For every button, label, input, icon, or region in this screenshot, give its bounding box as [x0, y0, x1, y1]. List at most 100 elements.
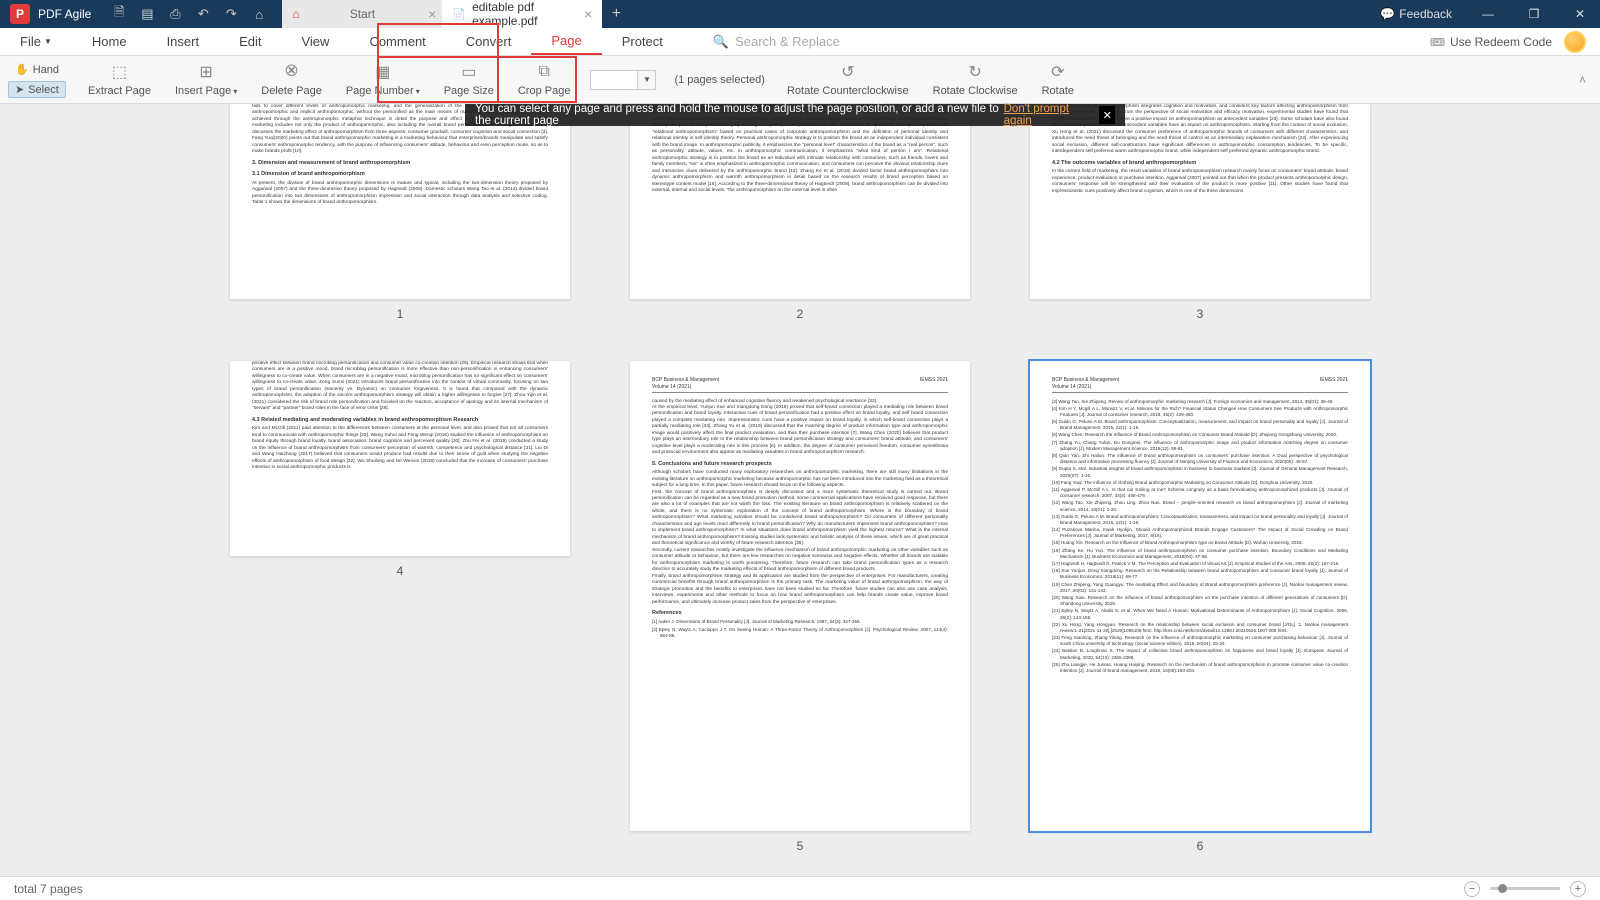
hint-toast: You can select any page and press and ho… [465, 104, 1125, 126]
menu-convert[interactable]: Convert [446, 28, 532, 55]
menu-edit[interactable]: Edit [219, 28, 281, 55]
home-icon[interactable]: ⌂ [251, 6, 267, 22]
menu-file[interactable]: File ▼ [0, 28, 72, 55]
ticket-icon: 🎟 [1430, 35, 1445, 49]
menu-insert[interactable]: Insert [147, 28, 220, 55]
crop-page-icon: ⧉ [532, 62, 556, 82]
page-size-icon: ▭ [457, 62, 481, 82]
rotate-ccw-button[interactable]: ↺ Rotate Counterclockwise [787, 62, 909, 97]
page-size-label: Page Size [444, 85, 494, 97]
extract-page-button[interactable]: ⬚ Extract Page [88, 62, 151, 97]
zoom-slider-handle[interactable] [1498, 884, 1507, 893]
pdf-file-icon: 📄 [452, 8, 466, 21]
document-tabs: ⌂ Start × 📄 editable pdf example.pdf × + [282, 0, 630, 28]
page-thumbnail-6[interactable]: BCP Business & ManagementVolume 14 (2021… [1030, 361, 1370, 831]
zoom-slider[interactable] [1490, 887, 1560, 890]
crop-page-button[interactable]: ⧉ Crop Page [518, 62, 571, 97]
tab-start-close-icon[interactable]: × [428, 6, 436, 22]
insert-page-button[interactable]: ⊞ Insert Page [175, 62, 237, 97]
chevron-down-icon: ▼ [44, 37, 52, 46]
page-number-icon: ▦ [371, 62, 395, 82]
rotate-label: Rotate [1042, 85, 1074, 97]
rotate-ccw-label: Rotate Counterclockwise [787, 85, 909, 97]
insert-page-icon: ⊞ [194, 62, 218, 82]
page-thumbnail-1[interactable]: fails to cover different levels of anthr… [230, 104, 570, 299]
page-thumbnail-5[interactable]: BCP Business & ManagementVolume 14 (2021… [630, 361, 970, 831]
page-thumbnail-wrap: fails to cover different levels of anthr… [230, 104, 570, 321]
page-thumbnail-workspace[interactable]: fails to cover different levels of anthr… [0, 104, 1600, 876]
redeem-label: Use Redeem Code [1450, 35, 1552, 49]
page-grid: fails to cover different levels of anthr… [50, 104, 1550, 876]
select-label: Select [28, 84, 59, 96]
toast-close-button[interactable]: ✕ [1099, 106, 1115, 124]
page-number-label: Page Number [346, 85, 420, 97]
app-name: PDF Agile [38, 7, 91, 21]
total-pages-label: total 7 pages [14, 882, 83, 896]
rotate-cw-label: Rotate Clockwise [933, 85, 1018, 97]
page-thumbnail-4[interactable]: positive effect between brand microblog … [230, 361, 570, 556]
page-size-combo[interactable]: ▼ [590, 70, 656, 90]
page-size-input[interactable] [590, 70, 638, 90]
window-maximize-button[interactable]: ❐ [1514, 0, 1554, 28]
redeem-button[interactable]: 🎟 Use Redeem Code [1430, 35, 1552, 49]
page-thumbnail-wrap: three-factor model of anthropomorphism i… [1030, 104, 1370, 321]
menu-view[interactable]: View [281, 28, 349, 55]
ribbon: ✋ Hand ➤ Select ⬚ Extract Page ⊞ Insert … [0, 56, 1600, 104]
page-thumbnail-3[interactable]: three-factor model of anthropomorphism i… [1030, 104, 1370, 299]
zoom-out-button[interactable]: − [1464, 881, 1480, 897]
selection-count: (1 pages selected) [674, 74, 765, 86]
rotate-ccw-icon: ↺ [836, 62, 860, 82]
tab-file-close-icon[interactable]: × [584, 6, 592, 22]
delete-page-icon: ⮿ [280, 62, 304, 82]
page-size-button[interactable]: ▭ Page Size [444, 62, 494, 97]
cursor-icon: ➤ [15, 83, 24, 96]
page-thumbnail-2[interactable]: anthropomorphism [15]. Puzakova et al. (… [630, 104, 970, 299]
select-tool[interactable]: ➤ Select [8, 81, 66, 98]
crop-page-label: Crop Page [518, 85, 571, 97]
feedback-label: Feedback [1399, 7, 1452, 21]
tab-start-label: Start [350, 7, 375, 21]
menu-page[interactable]: Page [531, 28, 601, 55]
zoom-in-button[interactable]: + [1570, 881, 1586, 897]
search-icon: 🔍 [713, 34, 729, 50]
page-thumbnail-wrap: BCP Business & ManagementVolume 14 (2021… [1030, 361, 1370, 853]
tab-start[interactable]: ⌂ Start × [282, 0, 442, 28]
window-minimize-button[interactable]: — [1468, 0, 1508, 28]
page-number-label: 1 [397, 307, 404, 321]
tab-start-home-icon: ⌂ [292, 7, 299, 21]
redo-icon[interactable]: ↷ [223, 6, 239, 22]
insert-page-label: Insert Page [175, 85, 237, 97]
rotate-cw-icon: ↻ [963, 62, 987, 82]
page-number-button[interactable]: ▦ Page Number [346, 62, 420, 97]
user-avatar[interactable] [1564, 31, 1586, 53]
rotate-button[interactable]: ⟳ Rotate [1042, 62, 1074, 97]
collapse-ribbon-button[interactable]: ˄ [1579, 73, 1592, 87]
tab-file[interactable]: 📄 editable pdf example.pdf × [442, 0, 602, 28]
save-icon[interactable]: 🗎 [111, 6, 127, 22]
menu-comment[interactable]: Comment [349, 28, 445, 55]
app-logo: P [10, 4, 30, 24]
toast-dont-prompt-link[interactable]: Don't prompt again [1004, 103, 1088, 127]
chevron-down-icon[interactable]: ▼ [638, 70, 656, 90]
extract-page-icon: ⬚ [107, 62, 131, 82]
hand-icon: ✋ [15, 63, 29, 76]
hand-label: Hand [33, 64, 59, 76]
feedback-button[interactable]: 💬 Feedback [1380, 7, 1452, 21]
menu-home[interactable]: Home [72, 28, 147, 55]
window-close-button[interactable]: ✕ [1560, 0, 1600, 28]
hand-tool[interactable]: ✋ Hand [8, 61, 66, 78]
zoom-controls: − + [1464, 881, 1586, 897]
tab-add-button[interactable]: + [602, 0, 630, 28]
menu-protect[interactable]: Protect [602, 28, 683, 55]
rotate-cw-button[interactable]: ↻ Rotate Clockwise [933, 62, 1018, 97]
page-thumbnail-wrap: BCP Business & ManagementVolume 14 (2021… [630, 361, 970, 853]
page-thumbnail-wrap: anthropomorphism [15]. Puzakova et al. (… [630, 104, 970, 321]
search-box[interactable]: 🔍 Search & Replace [713, 34, 840, 50]
delete-page-button[interactable]: ⮿ Delete Page [261, 62, 322, 97]
extract-page-label: Extract Page [88, 85, 151, 97]
print-icon[interactable]: ⎙ [167, 6, 183, 22]
undo-icon[interactable]: ↶ [195, 6, 211, 22]
search-placeholder: Search & Replace [735, 34, 840, 49]
recent-icon[interactable]: ▤ [139, 6, 155, 22]
menu-bar: File ▼ Home Insert Edit View Comment Con… [0, 28, 1600, 56]
